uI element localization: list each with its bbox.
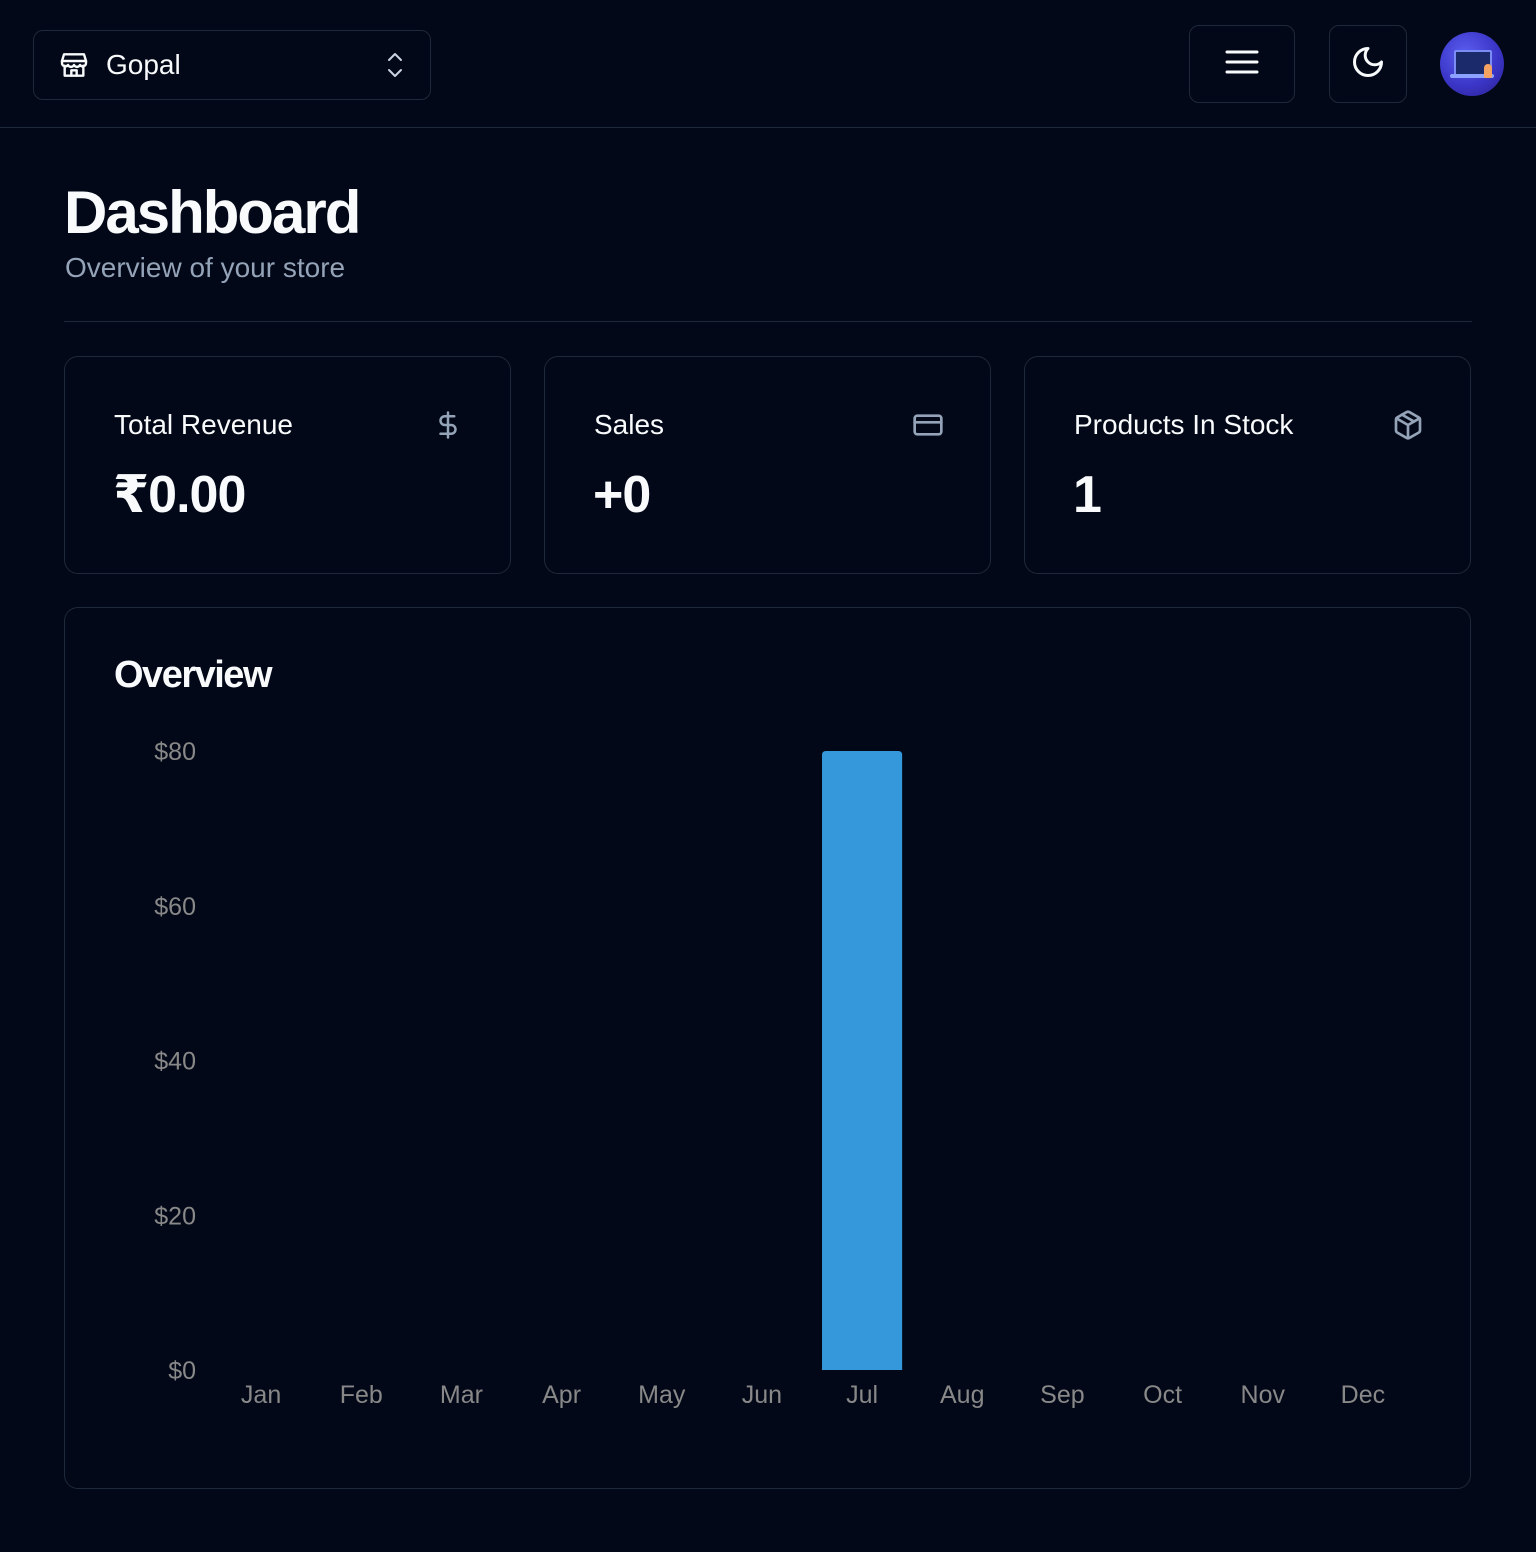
y-tick-label: $20: [154, 1202, 196, 1230]
card-value: 1: [1073, 466, 1102, 524]
package-icon: [1390, 407, 1426, 443]
store-switcher[interactable]: Gopal: [33, 30, 431, 100]
x-tick-label: Aug: [940, 1381, 984, 1409]
y-tick-label: $60: [154, 893, 196, 921]
moon-icon: [1350, 44, 1386, 85]
store-icon: [58, 49, 90, 81]
page-title: Dashboard: [64, 179, 361, 246]
x-tick-label: Feb: [340, 1381, 383, 1409]
card-title: Sales: [594, 409, 665, 440]
x-tick-label: Sep: [1040, 1381, 1084, 1409]
x-tick-label: May: [638, 1381, 686, 1409]
credit-card-icon: [910, 407, 946, 443]
total-revenue-card: Total Revenue ₹0.00: [64, 356, 511, 574]
x-tick-label: Apr: [542, 1381, 581, 1409]
overview-bar-chart: $0 $20 $40 $60 $80 Jan Feb Mar Apr May Jun Jul Aug Se…: [154, 738, 1385, 1409]
card-value: ₹0.00: [113, 466, 246, 524]
y-tick-label: $40: [154, 1048, 196, 1076]
store-name: Gopal: [106, 49, 181, 80]
x-tick-label: Jan: [241, 1381, 281, 1409]
card-title: Products In Stock: [1074, 409, 1294, 440]
theme-toggle-button[interactable]: [1329, 25, 1407, 103]
x-tick-label: Nov: [1241, 1381, 1286, 1409]
user-avatar[interactable]: [1440, 32, 1504, 96]
products-in-stock-card: Products In Stock 1: [1024, 356, 1471, 574]
x-tick-label: Oct: [1143, 1381, 1182, 1409]
sales-card: Sales +0: [544, 356, 991, 574]
overview-panel: Overview $0 $20 $40 $60 $80 Jan Feb Mar Apr May Ju…: [64, 607, 1471, 1489]
bar-jul: [822, 751, 903, 1370]
chevrons-up-down-icon: [384, 49, 406, 81]
divider: [64, 321, 1472, 322]
x-tick-label: Jun: [742, 1381, 782, 1409]
menu-icon: [1224, 48, 1260, 81]
x-tick-label: Jul: [846, 1381, 878, 1409]
dollar-sign-icon: [430, 407, 466, 443]
menu-button[interactable]: [1189, 25, 1295, 103]
card-value: +0: [593, 466, 651, 524]
x-tick-label: Dec: [1341, 1381, 1385, 1409]
page-subtitle: Overview of your store: [65, 252, 346, 283]
y-tick-label: $0: [168, 1357, 196, 1385]
card-title: Total Revenue: [114, 409, 294, 440]
top-navbar: Gopal: [0, 0, 1536, 128]
x-tick-label: Mar: [440, 1381, 483, 1409]
y-tick-label: $80: [154, 738, 196, 766]
